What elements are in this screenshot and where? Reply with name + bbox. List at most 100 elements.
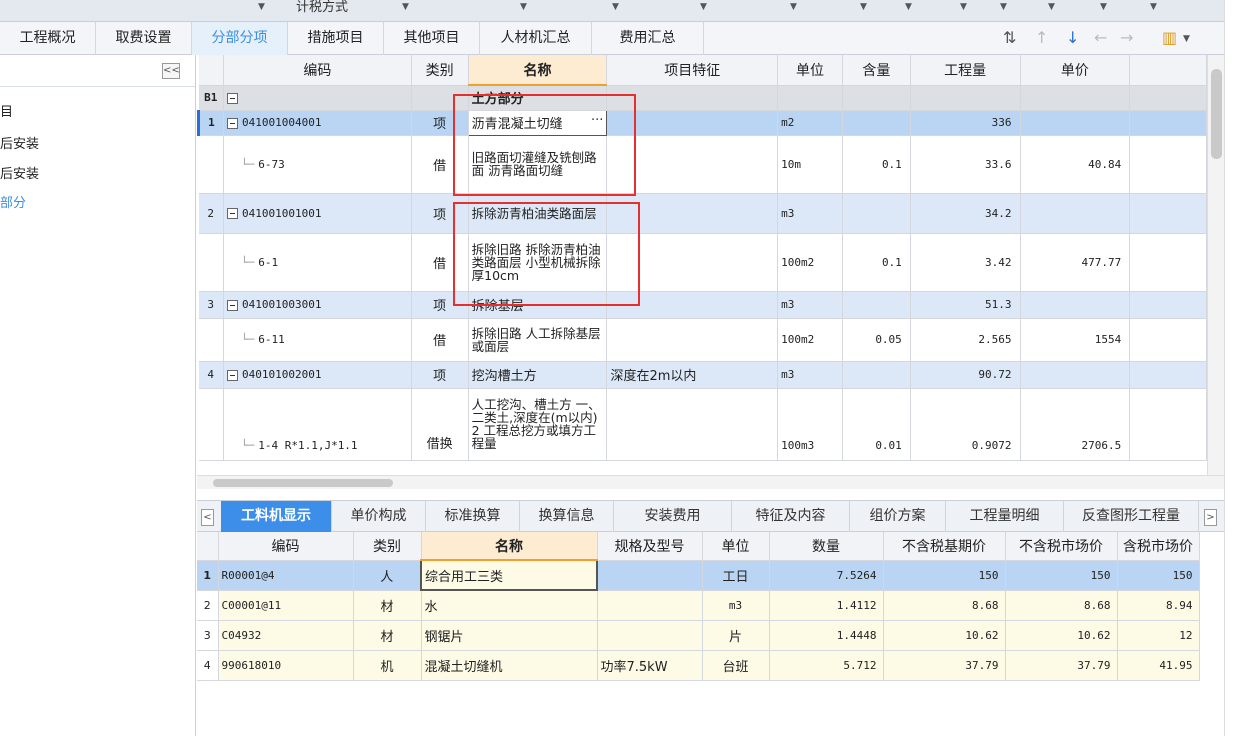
table-row[interactable]: 2 041001001001 项 拆除沥青柏油类路面层 m3 34.2 (198, 193, 1207, 234)
column-header-name[interactable]: 名称 (468, 55, 608, 86)
row-unit: m3 (702, 590, 770, 621)
dropdown-arrow-icon[interactable]: ▼ (402, 2, 409, 12)
row-name: 拆除旧路 人工拆除基层或面层 (468, 318, 608, 362)
tab-installation-fee[interactable]: 安装费用 (614, 501, 732, 532)
tabs-scroll-right-button[interactable]: > (1204, 509, 1217, 526)
row-number: 1 (197, 560, 219, 591)
table-row[interactable]: └─ 6-11 借 拆除旧路 人工拆除基层或面层 100m2 0.05 2.565… (198, 318, 1207, 362)
collapse-sidebar-button[interactable]: << (162, 63, 180, 79)
dropdown-arrow-icon[interactable]: ▼ (905, 2, 912, 12)
column-header-unit-price[interactable]: 单价 (1020, 55, 1131, 86)
table-header-row: 编码 类别 名称 规格及型号 单位 数量 不含税基期价 不含税市场价 含税市场价 (197, 532, 1200, 561)
tab-measures[interactable]: 措施项目 (288, 22, 384, 55)
sort-icon[interactable]: ⇅ (1003, 28, 1016, 47)
sidebar-item[interactable]: 后安装 (0, 133, 39, 152)
move-left-icon[interactable]: ← (1094, 28, 1107, 47)
row-code: 041001004001 (241, 116, 322, 129)
tab-pricing-scheme[interactable]: 组价方案 (850, 501, 946, 532)
dropdown-arrow-icon[interactable]: ▼ (1100, 2, 1107, 12)
dropdown-arrow-icon[interactable]: ▼ (520, 2, 527, 12)
annotation-highlight-box (453, 202, 640, 306)
tab-fee-settings[interactable]: 取费设置 (96, 22, 192, 55)
column-header-feature[interactable]: 项目特征 (606, 55, 779, 86)
sidebar-item-selected[interactable]: 部分 (0, 192, 26, 211)
column-header-base-price[interactable]: 不含税基期价 (883, 532, 1006, 561)
row-price: 1554 (1020, 318, 1131, 362)
tab-unit-price-breakdown[interactable]: 单价构成 (332, 501, 426, 532)
dropdown-arrow-icon[interactable]: ▼ (1000, 2, 1007, 12)
column-header-type[interactable]: 类别 (353, 532, 422, 561)
dropdown-arrow-icon[interactable]: ▼ (258, 2, 265, 12)
column-header-market-price[interactable]: 不含税市场价 (1005, 532, 1118, 561)
dropdown-arrow-icon[interactable]: ▼ (960, 2, 967, 12)
collapse-toggle-icon[interactable] (226, 299, 238, 311)
column-header-tax-market-price[interactable]: 含税市场价 (1117, 532, 1200, 561)
tab-conversion-info[interactable]: 换算信息 (520, 501, 614, 532)
dropdown-arrow-icon[interactable]: ▼ (612, 2, 619, 12)
tab-features-content[interactable]: 特征及内容 (732, 501, 850, 532)
table-row[interactable]: └─ 1-4 R*1.1,J*1.1 借换 人工挖沟、槽土方 一、二类土,深度在(… (198, 388, 1207, 461)
dropdown-arrow-icon[interactable]: ▼ (1150, 2, 1157, 12)
collapse-toggle-icon[interactable] (226, 117, 238, 129)
table-row[interactable]: 1 041001004001 项 沥青混凝土切缝 ··· m2 336 (197, 109, 1207, 136)
row-number-header (198, 55, 224, 86)
table-row[interactable]: 4 990618010 机 混凝土切缝机 功率7.5kW 台班 5.712 37… (197, 650, 1200, 681)
horizontal-scrollbar[interactable] (197, 475, 1224, 489)
dropdown-arrow-icon[interactable]: ▼ (790, 2, 797, 12)
row-quantity: 5.712 (769, 650, 884, 681)
row-code: 6-1 (258, 255, 279, 269)
chevron-down-icon[interactable]: ▼ (1183, 34, 1190, 44)
row-code: 6-73 (258, 157, 285, 171)
table-row[interactable]: 4 040101002001 项 挖沟槽土方 深度在2m以内 m3 90.72 (198, 361, 1207, 389)
section-row[interactable]: B1 土方部分 (198, 85, 1207, 111)
table-row[interactable]: 3 C04932 材 钢锯片 片 1.4448 10.62 10.62 12 (197, 620, 1200, 651)
row-spec: 功率7.5kW (597, 650, 703, 681)
tab-labor-material-summary[interactable]: 人材机汇总 (480, 22, 592, 55)
column-header-type[interactable]: 类别 (411, 55, 469, 86)
tree-line-icon: └─ (240, 333, 255, 346)
column-header-unit[interactable]: 单位 (777, 55, 843, 86)
move-top-icon[interactable]: ↑ (1035, 28, 1048, 47)
vertical-scrollbar[interactable] (1207, 55, 1224, 475)
column-header-spec[interactable]: 规格及型号 (597, 532, 703, 561)
tab-standard-conversion[interactable]: 标准换算 (426, 501, 520, 532)
tab-project-overview[interactable]: 工程概况 (0, 22, 96, 55)
row-number (198, 135, 224, 194)
tree-line-icon: └─ (240, 157, 255, 171)
dropdown-arrow-icon[interactable]: ▼ (1048, 2, 1055, 12)
tab-cost-summary[interactable]: 费用汇总 (592, 22, 704, 55)
tabs-scroll-left-button[interactable]: < (201, 509, 214, 526)
scrollbar-thumb[interactable] (1211, 69, 1222, 159)
tab-labor-material-display[interactable]: 工料机显示 (221, 501, 332, 532)
column-header-quantity[interactable]: 数量 (769, 532, 884, 561)
column-header-content[interactable]: 含量 (842, 55, 911, 86)
table-row[interactable]: └─ 6-73 借 旧路面切灌缝及铣刨路面 沥青路面切缝 10m 0.1 33.6… (198, 135, 1207, 194)
column-header-quantity[interactable]: 工程量 (910, 55, 1021, 86)
dropdown-arrow-icon[interactable]: ▼ (860, 2, 867, 12)
name-edit-cell[interactable]: 综合用工三类 (420, 559, 598, 591)
collapse-toggle-icon[interactable] (226, 369, 238, 381)
collapse-toggle-icon[interactable] (226, 208, 238, 219)
sidebar-item[interactable]: 目 (0, 101, 13, 120)
format-icon[interactable]: ▥ (1162, 28, 1177, 47)
scrollbar-thumb[interactable] (213, 479, 393, 487)
column-header-unit[interactable]: 单位 (702, 532, 770, 561)
dropdown-arrow-icon[interactable]: ▼ (700, 2, 707, 12)
move-right-icon[interactable]: → (1120, 28, 1133, 47)
column-header-code[interactable]: 编码 (223, 55, 412, 86)
move-down-icon[interactable]: ↓ (1066, 28, 1079, 47)
row-spec (597, 620, 703, 651)
collapse-toggle-icon[interactable] (226, 92, 238, 104)
table-row[interactable]: └─ 6-1 借 拆除旧路 拆除沥青柏油类路面层 小型机械拆除 厚10cm 100… (198, 233, 1207, 292)
row-number: 4 (198, 361, 224, 389)
column-header-name[interactable]: 名称 (421, 532, 598, 561)
table-row[interactable]: 3 041001003001 项 拆除基层 m3 51.3 (198, 291, 1207, 319)
tab-graphic-quantity-lookup[interactable]: 反查图形工程量 (1064, 501, 1199, 532)
table-row[interactable]: 1 R00001@4 人 综合用工三类 工日 7.5264 150 150 15… (197, 559, 1200, 591)
sidebar-item[interactable]: 后安装 (0, 163, 39, 182)
tab-quantity-details[interactable]: 工程量明细 (946, 501, 1064, 532)
tab-sub-items[interactable]: 分部分项 (192, 22, 288, 55)
table-row[interactable]: 2 C00001@11 材 水 m3 1.4112 8.68 8.68 8.94 (197, 590, 1200, 621)
tab-other-items[interactable]: 其他项目 (384, 22, 480, 55)
column-header-code[interactable]: 编码 (218, 532, 354, 561)
